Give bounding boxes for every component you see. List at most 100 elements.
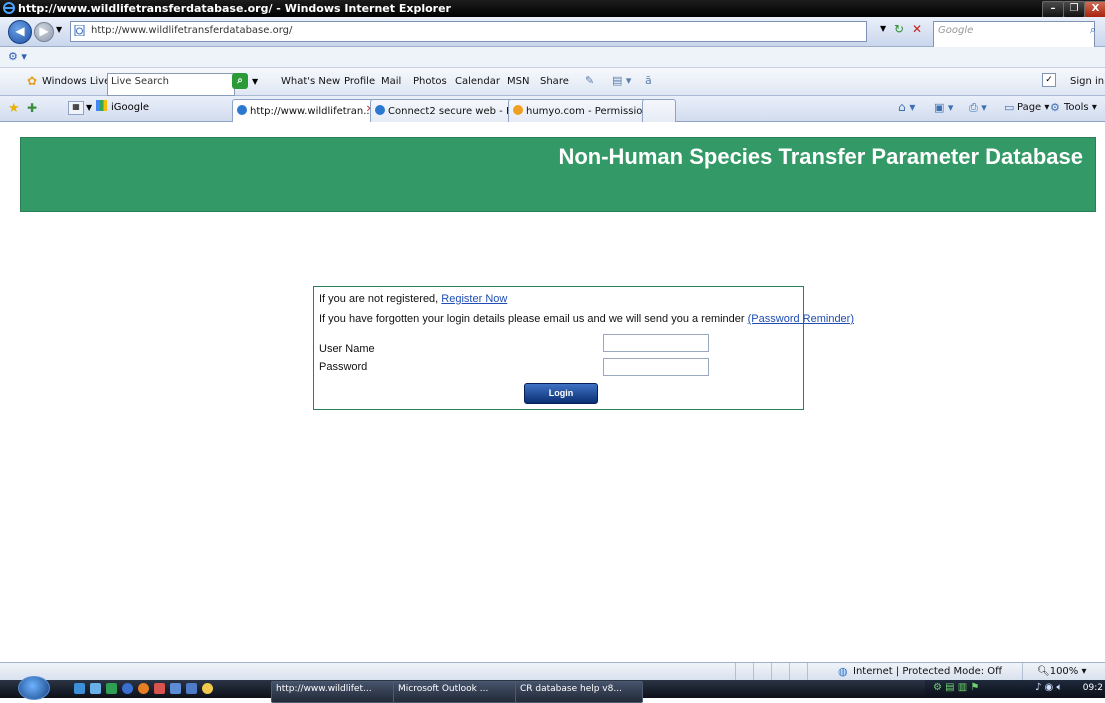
quicklaunch-app-icon[interactable] bbox=[154, 683, 165, 694]
minimize-button[interactable]: – bbox=[1042, 1, 1064, 18]
start-button[interactable] bbox=[18, 676, 50, 700]
favorite-igoogle[interactable]: iGoogle bbox=[111, 102, 149, 113]
zoom-value: 100% bbox=[1049, 666, 1079, 677]
close-button[interactable]: X bbox=[1084, 1, 1105, 18]
not-registered-text: If you are not registered, bbox=[319, 293, 439, 305]
windows-live-brand: Windows Live bbox=[42, 76, 111, 87]
quick-tabs-icon[interactable]: ▦ bbox=[68, 101, 84, 115]
live-search-dropdown-icon[interactable]: ▼ bbox=[252, 77, 258, 86]
igoogle-icon bbox=[96, 100, 107, 111]
tray-icons[interactable]: ⚙ ▤ ▥ ⚑ bbox=[933, 682, 979, 693]
blog-icon[interactable]: ✎ bbox=[585, 74, 594, 87]
link-mail[interactable]: Mail bbox=[381, 76, 401, 87]
ie-tab-icon bbox=[375, 105, 385, 115]
quicklaunch-app-icon[interactable] bbox=[106, 683, 117, 694]
link-profile[interactable]: Profile bbox=[344, 76, 375, 87]
password-input[interactable] bbox=[603, 358, 709, 376]
back-arrow-icon: ◀ bbox=[15, 24, 25, 38]
favorites-star-icon[interactable]: ★ bbox=[8, 101, 20, 116]
google-search-input[interactable]: Google bbox=[933, 21, 1095, 48]
link-calendar[interactable]: Calendar bbox=[455, 76, 500, 87]
window-titlebar: http://www.wildlifetransferdatabase.org/… bbox=[0, 0, 1105, 18]
toolbar-chevron-row: ⚙ ▾ bbox=[0, 47, 1105, 68]
address-bar[interactable]: http://www.wildlifetransferdatabase.org/ bbox=[70, 21, 867, 42]
status-cell bbox=[771, 663, 790, 681]
status-cell bbox=[753, 663, 772, 681]
forward-button[interactable]: ▶ bbox=[34, 22, 54, 42]
live-search-go-icon[interactable]: ⌕ bbox=[232, 73, 248, 89]
page-menu-icon: ▭ bbox=[1004, 101, 1015, 114]
quicklaunch-desktop-icon[interactable] bbox=[74, 683, 85, 694]
tools-gear-icon: ⚙ bbox=[1050, 101, 1060, 114]
page-menu[interactable]: Page ▾ bbox=[1017, 102, 1049, 113]
taskbar: http://www.wildlifet... Microsoft Outloo… bbox=[0, 676, 1105, 703]
volume-network-icons[interactable]: ♪ ◉ 🔈︎ bbox=[1035, 682, 1062, 693]
translate-icon[interactable]: ā bbox=[645, 74, 652, 87]
link-share[interactable]: Share bbox=[540, 76, 569, 87]
task-ie[interactable]: http://www.wildlifet... bbox=[271, 681, 399, 703]
zone-cell[interactable]: ◍ Internet | Protected Mode: Off bbox=[807, 663, 1023, 681]
sign-in-link[interactable]: Sign in bbox=[1070, 76, 1104, 87]
windows-live-logo-icon: ✿ bbox=[27, 74, 38, 88]
tabs-row: ★ ✚ ▦ ▼ iGoogle http://www.wildlifetran.… bbox=[0, 96, 1105, 133]
feeds-icon[interactable]: ▣ ▾ bbox=[934, 101, 953, 114]
forgot-text: If you have forgotten your login details… bbox=[319, 313, 745, 325]
address-row: ◀ ▶ ▼ http://www.wildlifetransferdatabas… bbox=[0, 17, 1105, 48]
quicklaunch-app-icon[interactable] bbox=[202, 683, 213, 694]
address-url[interactable]: http://www.wildlifetransferdatabase.org/ bbox=[91, 25, 292, 36]
register-now-link[interactable]: Register Now bbox=[441, 293, 507, 305]
zoom-cell[interactable]: 🔍︎100% ▾ bbox=[1022, 663, 1105, 681]
window-title: http://www.wildlifetransferdatabase.org/… bbox=[18, 2, 451, 15]
link-msn[interactable]: MSN bbox=[507, 76, 529, 87]
history-dropdown-icon[interactable]: ▼ bbox=[56, 25, 62, 34]
ie-logo-icon bbox=[3, 2, 15, 14]
status-cell bbox=[789, 663, 808, 681]
windows-live-toolbar: ✿ Windows Live Live Search ⌕ ▼ What's Ne… bbox=[0, 68, 1105, 96]
maximize-button[interactable]: ❐ bbox=[1063, 1, 1085, 18]
task-outlook[interactable]: Microsoft Outlook ... bbox=[393, 681, 521, 703]
humyo-tab-icon bbox=[513, 105, 523, 115]
tools-menu-label: Tools bbox=[1064, 102, 1089, 113]
tab-label: Connect2 secure web - Ho... bbox=[388, 106, 517, 117]
link-photos[interactable]: Photos bbox=[413, 76, 447, 87]
username-label: User Name bbox=[319, 343, 375, 355]
refresh-icon[interactable]: ↻ bbox=[894, 22, 904, 36]
quicklaunch-switch-icon[interactable] bbox=[90, 683, 101, 694]
login-button[interactable]: Login bbox=[524, 383, 598, 404]
back-button[interactable]: ◀ bbox=[8, 20, 32, 44]
print-icon[interactable]: ⎙ ▾ bbox=[969, 101, 987, 115]
add-favorites-icon[interactable]: ✚ bbox=[27, 101, 37, 115]
page-icon bbox=[74, 25, 85, 36]
home-icon[interactable]: ⌂ ▾ bbox=[898, 100, 915, 114]
tools-menu[interactable]: Tools ▾ bbox=[1064, 102, 1097, 113]
task-cr-database[interactable]: CR database help v8... bbox=[515, 681, 643, 703]
quicklaunch-app-icon[interactable] bbox=[170, 683, 181, 694]
register-line: If you are not registered, Register Now bbox=[319, 293, 507, 305]
quick-tabs-dropdown-icon[interactable]: ▼ bbox=[86, 103, 92, 112]
ie-tab-icon bbox=[237, 105, 247, 115]
address-dropdown-icon[interactable]: ▼ bbox=[880, 24, 886, 33]
search-icon[interactable]: ⌕ bbox=[1090, 23, 1096, 37]
quicklaunch-app-icon[interactable] bbox=[138, 683, 149, 694]
tab-label: http://www.wildlifetran... bbox=[250, 106, 373, 117]
link-whats-new[interactable]: What's New bbox=[281, 76, 340, 87]
forward-arrow-icon: ▶ bbox=[39, 24, 49, 38]
spaces-icon[interactable]: ▤ ▾ bbox=[612, 74, 631, 87]
site-title: Non-Human Species Transfer Parameter Dat… bbox=[558, 144, 1083, 169]
quicklaunch-app-icon[interactable] bbox=[122, 683, 133, 694]
security-zone: Internet | Protected Mode: Off bbox=[853, 666, 1003, 677]
live-search-input[interactable]: Live Search bbox=[107, 73, 235, 96]
quicklaunch-app-icon[interactable] bbox=[186, 683, 197, 694]
username-input[interactable] bbox=[603, 334, 709, 352]
stop-icon[interactable]: ✕ bbox=[912, 22, 922, 36]
login-box: If you are not registered, Register Now … bbox=[313, 286, 854, 410]
checkbox-icon[interactable]: ✓ bbox=[1042, 73, 1056, 87]
reminder-line: If you have forgotten your login details… bbox=[319, 313, 854, 325]
password-reminder-link[interactable]: (Password Reminder) bbox=[748, 313, 854, 325]
page-menu-label: Page bbox=[1017, 102, 1042, 113]
clock[interactable]: 09:2 bbox=[1083, 683, 1103, 693]
site-banner: Non-Human Species Transfer Parameter Dat… bbox=[20, 137, 1096, 212]
zoom-level: 🔍︎100% ▾ bbox=[1037, 666, 1087, 677]
toolbar-menu-icon[interactable]: ⚙ ▾ bbox=[8, 50, 27, 63]
status-cell bbox=[735, 663, 754, 681]
